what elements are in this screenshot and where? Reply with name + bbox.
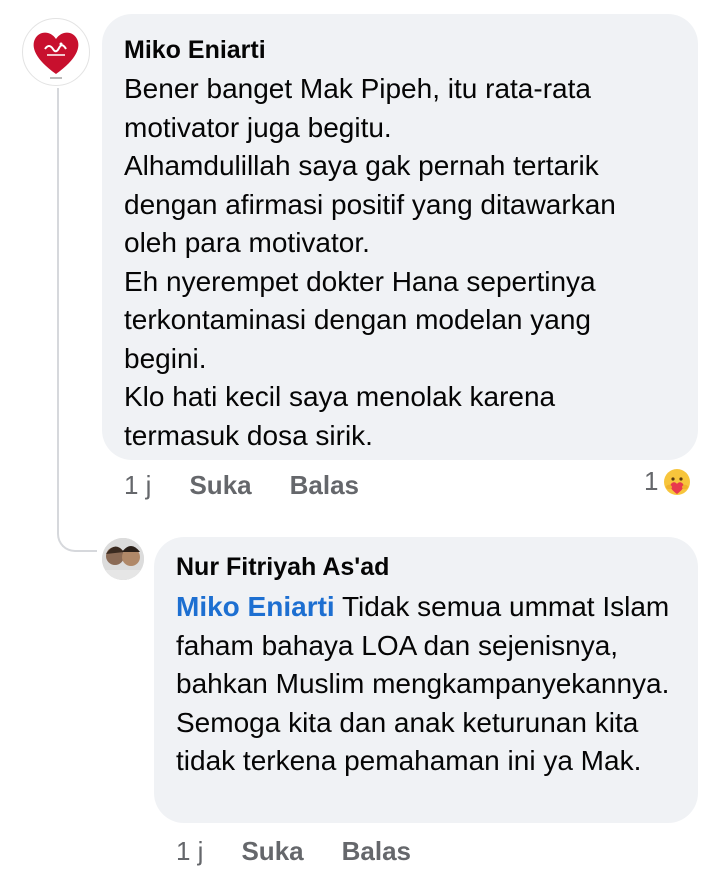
- like-button[interactable]: Suka: [189, 470, 251, 501]
- user-photo-icon: [102, 538, 144, 580]
- comment-text: Bener banget Mak Pipeh, itu rata-rata mo…: [124, 73, 616, 451]
- mention-link[interactable]: Miko Eniarti: [176, 591, 335, 622]
- avatar[interactable]: [102, 538, 144, 580]
- reply-button[interactable]: Balas: [290, 470, 359, 501]
- care-emoji-icon: [664, 468, 691, 495]
- reply-text: Miko Eniarti Tidak semua ummat Islam fah…: [176, 588, 676, 781]
- reply-time[interactable]: 1 j: [176, 836, 203, 867]
- avatar[interactable]: [22, 18, 90, 86]
- reply-actions: 1 j Suka Balas: [176, 836, 411, 867]
- comment-author[interactable]: Miko Eniarti: [124, 34, 676, 66]
- reply-author[interactable]: Nur Fitriyah As'ad: [176, 551, 676, 583]
- reaction-count: 1: [644, 466, 659, 496]
- heart-calligraphy-icon: [33, 32, 79, 79]
- thread-line: [57, 88, 59, 532]
- comment-actions: 1 j Suka Balas: [124, 470, 359, 501]
- thread-connector: [57, 530, 97, 552]
- reply-bubble: Nur Fitriyah As'ad Miko Eniarti Tidak se…: [154, 537, 698, 823]
- like-button[interactable]: Suka: [241, 836, 303, 867]
- comment-bubble: Miko Eniarti Bener banget Mak Pipeh, itu…: [102, 14, 698, 460]
- reply-button[interactable]: Balas: [342, 836, 411, 867]
- comment-time[interactable]: 1 j: [124, 470, 151, 501]
- reaction-summary[interactable]: 1: [644, 466, 692, 497]
